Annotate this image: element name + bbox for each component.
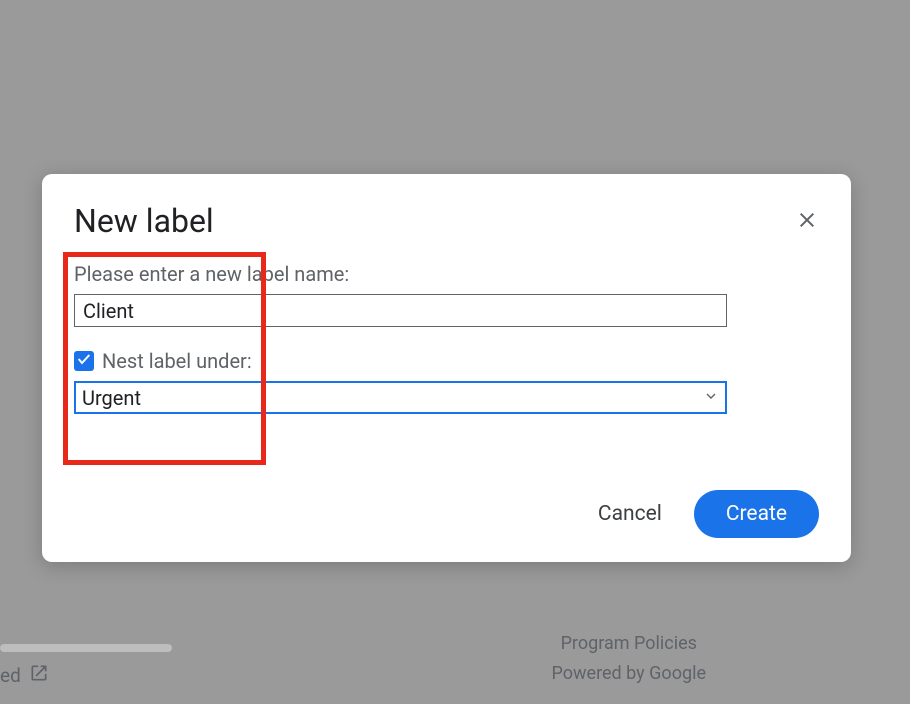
program-policies-link[interactable]: Program Policies: [552, 629, 707, 660]
close-button[interactable]: [791, 206, 823, 238]
nest-checkbox[interactable]: [74, 351, 94, 371]
check-icon: [76, 351, 92, 371]
dialog-header: New label: [74, 202, 819, 240]
close-icon: [795, 208, 819, 236]
cancel-button[interactable]: Cancel: [594, 494, 666, 534]
new-label-dialog: New label Please enter a new label name:…: [42, 174, 851, 562]
parent-label-select[interactable]: Urgent: [74, 381, 727, 414]
parent-label-select-wrap: Urgent: [74, 381, 727, 414]
footer-left-text: ed: [0, 664, 21, 687]
nest-row: Nest label under:: [74, 349, 819, 373]
dialog-title: New label: [74, 202, 214, 240]
footer-links: Program Policies Powered by Google: [552, 629, 707, 690]
dialog-actions: Cancel Create: [594, 490, 819, 538]
nest-label-text: Nest label under:: [102, 349, 252, 373]
powered-by-text: Powered by Google: [552, 659, 707, 690]
footer: ed Program Policies Powered by Google: [0, 630, 906, 700]
open-external-icon[interactable]: [29, 663, 49, 688]
label-name-prompt: Please enter a new label name:: [74, 262, 819, 286]
footer-left: ed: [0, 663, 49, 688]
create-button[interactable]: Create: [694, 490, 819, 538]
label-name-input[interactable]: [74, 294, 727, 327]
